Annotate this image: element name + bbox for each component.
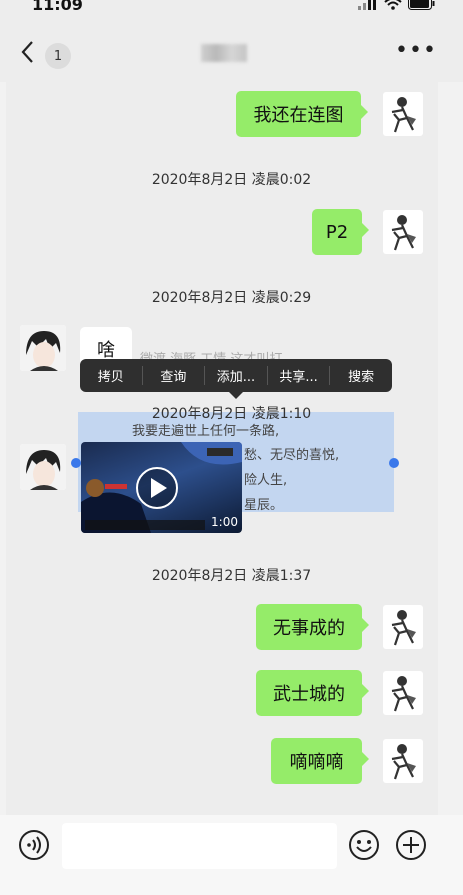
unread-badge[interactable]: 1 — [45, 43, 71, 69]
message-bubble-me[interactable]: 武士城的 — [256, 670, 369, 716]
message-input[interactable] — [62, 823, 337, 869]
status-time: 11:09 — [32, 0, 83, 14]
chat-title-redacted — [201, 44, 247, 62]
selected-text-line: 愁、无尽的喜悦, — [244, 448, 340, 463]
menu-item-search[interactable]: 搜索 — [330, 366, 392, 385]
message-text: 嘀嘀嘀 — [289, 752, 344, 773]
video-message[interactable]: 1:00 — [81, 442, 242, 533]
message-bubble-me[interactable]: 无事成的 — [256, 604, 369, 650]
back-chevron-icon[interactable] — [20, 40, 34, 66]
timestamp: 2020年8月2日 凌晨0:29 — [151, 290, 312, 306]
menu-item-add[interactable]: 添加... — [205, 366, 268, 385]
selected-text-line: 星辰。 — [244, 498, 284, 513]
contact-avatar[interactable] — [20, 444, 66, 490]
message-text: 无事成的 — [273, 618, 345, 639]
message-bubble-me[interactable]: P2 — [312, 209, 369, 255]
add-more-icon[interactable] — [395, 829, 427, 865]
message-text: 武士城的 — [273, 684, 345, 705]
my-avatar[interactable] — [383, 739, 423, 783]
sketch-figure-icon — [391, 97, 416, 133]
anime-avatar-icon — [20, 444, 66, 490]
timestamp: 2020年8月2日 凌晨1:37 — [151, 568, 312, 584]
emoji-icon[interactable] — [348, 829, 380, 865]
my-avatar[interactable] — [383, 605, 423, 649]
message-bubble-me[interactable]: 我还在连图 — [236, 91, 368, 137]
more-options-icon[interactable]: ••• — [395, 38, 437, 63]
context-menu: 拷贝 查询 添加... 共享... 搜索 — [80, 359, 392, 392]
my-avatar[interactable] — [383, 671, 423, 715]
selection-handle-end[interactable] — [389, 458, 399, 468]
signal-icon — [358, 0, 376, 10]
selected-text-line: 险人生, — [244, 473, 288, 488]
message-text: 我还在连图 — [253, 105, 344, 126]
sketch-figure-icon — [391, 215, 416, 251]
contact-avatar[interactable] — [20, 325, 66, 371]
my-avatar[interactable] — [383, 210, 423, 254]
selected-text-line: 我要走遍世上任何一条路, — [132, 424, 280, 439]
anime-avatar-icon — [20, 325, 66, 371]
status-icons — [358, 0, 435, 10]
menu-item-lookup[interactable]: 查询 — [143, 366, 206, 385]
voice-input-icon[interactable] — [18, 829, 50, 865]
menu-item-share[interactable]: 共享... — [268, 366, 331, 385]
wifi-icon — [384, 0, 402, 10]
menu-item-copy[interactable]: 拷贝 — [80, 366, 143, 385]
sketch-figure-icon — [391, 744, 416, 780]
menu-pointer — [229, 392, 243, 399]
video-duration: 1:00 — [211, 515, 238, 529]
battery-icon — [408, 0, 435, 10]
message-bubble-me[interactable]: 嘀嘀嘀 — [271, 738, 369, 784]
sketch-figure-icon — [391, 676, 416, 712]
my-avatar[interactable] — [383, 92, 423, 136]
selection-handle-start[interactable] — [71, 458, 81, 468]
message-text: P2 — [325, 221, 349, 243]
timestamp: 2020年8月2日 凌晨0:02 — [151, 172, 312, 188]
sketch-figure-icon — [391, 610, 416, 646]
